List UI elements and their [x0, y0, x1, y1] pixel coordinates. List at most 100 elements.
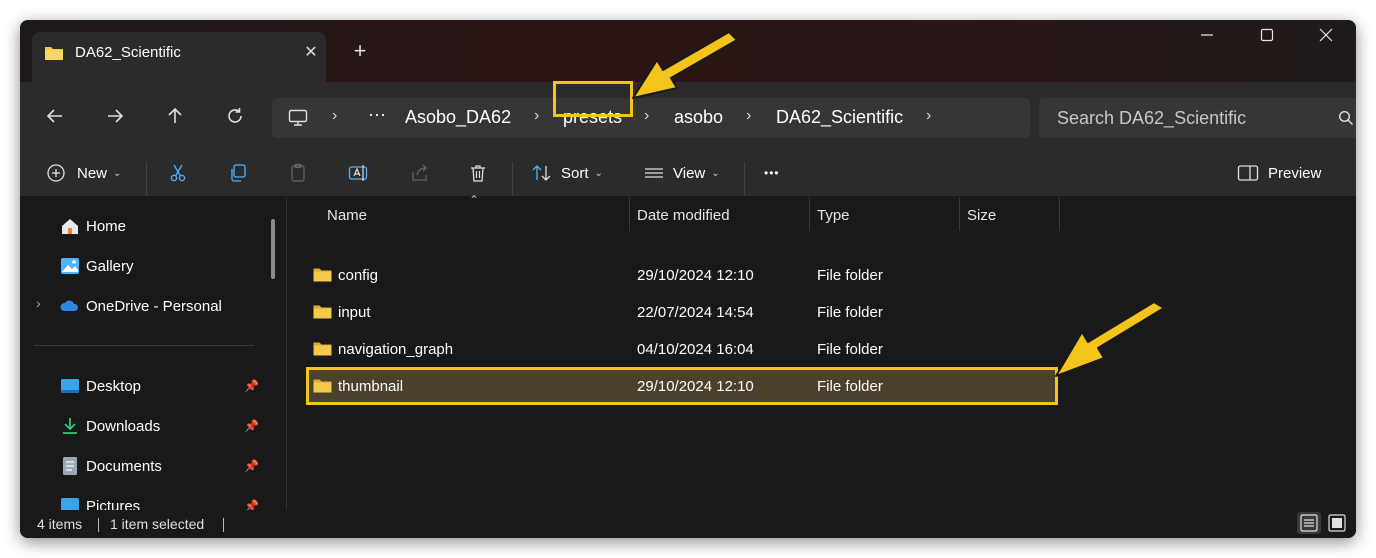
refresh-button[interactable] — [215, 98, 255, 134]
sidebar-item-onedrive[interactable]: OneDrive - Personal — [60, 291, 222, 321]
documents-icon — [60, 456, 80, 476]
tab-close-button[interactable]: ✕ — [296, 40, 326, 66]
breadcrumb-asobo-da62[interactable]: Asobo_DA62 — [405, 107, 511, 128]
share-button[interactable] — [410, 158, 430, 188]
sidebar-item-downloads[interactable]: Downloads — [60, 411, 160, 441]
table-row[interactable]: navigation_graph 04/10/2024 16:04 File f… — [307, 333, 1057, 365]
forward-button[interactable] — [95, 98, 135, 134]
refresh-icon — [228, 108, 242, 123]
file-date: 22/07/2024 14:54 — [637, 304, 754, 321]
copy-icon — [231, 164, 246, 182]
file-date: 29/10/2024 12:10 — [637, 267, 754, 284]
table-row-selected[interactable]: thumbnail 29/10/2024 12:10 File folder — [306, 367, 1058, 405]
more-options-button[interactable]: ••• — [764, 158, 780, 188]
paste-button[interactable] — [288, 158, 308, 188]
sidebar-item-label: OneDrive - Personal — [86, 297, 222, 315]
new-button[interactable]: New ⌄ — [46, 158, 121, 188]
column-separator[interactable] — [629, 197, 630, 231]
file-name: input — [338, 304, 371, 321]
delete-button[interactable] — [468, 158, 488, 188]
copy-button[interactable] — [228, 158, 248, 188]
pin-icon[interactable]: 📌 — [244, 459, 259, 473]
sort-label: Sort — [561, 164, 589, 182]
rename-button[interactable] — [348, 158, 370, 188]
file-name: navigation_graph — [338, 341, 454, 358]
item-count: 4 items — [37, 516, 83, 532]
scissors-icon — [170, 164, 186, 182]
status-separator — [98, 518, 99, 532]
column-header-type[interactable]: Type — [817, 207, 850, 224]
sidebar-item-label: Documents — [86, 457, 162, 475]
column-header-name[interactable]: Name — [327, 207, 367, 224]
desktop-icon — [60, 376, 80, 396]
column-separator[interactable] — [1059, 197, 1060, 231]
chevron-down-icon: ⌄ — [113, 167, 122, 179]
column-header-date-modified[interactable]: Date modified — [637, 207, 730, 224]
arrow-left-icon — [46, 109, 62, 123]
this-pc-icon[interactable] — [288, 109, 308, 132]
chevron-right-icon[interactable]: › — [534, 107, 539, 125]
sidebar-item-label: Downloads — [86, 417, 161, 435]
view-list-icon — [645, 168, 663, 178]
sidebar-item-documents[interactable]: Documents — [60, 451, 162, 481]
downloads-icon — [60, 416, 80, 436]
sidebar-item-home[interactable]: Home — [60, 211, 126, 241]
search-placeholder: Search DA62_Scientific — [1057, 108, 1247, 128]
column-separator[interactable] — [959, 197, 960, 231]
folder-icon — [313, 267, 332, 287]
expand-chevron-icon[interactable]: › — [36, 295, 41, 311]
breadcrumb-asobo[interactable]: asobo — [674, 107, 723, 128]
details-view-button[interactable] — [1297, 512, 1321, 534]
search-input[interactable]: Search DA62_Scientific — [1039, 98, 1356, 138]
column-header-size[interactable]: Size — [967, 207, 996, 224]
search-icon[interactable] — [1338, 110, 1354, 131]
table-row[interactable]: input 22/07/2024 14:54 File folder — [307, 296, 1057, 328]
onedrive-icon — [60, 296, 80, 316]
annotation-arrow-icon — [632, 31, 738, 99]
column-separator[interactable] — [809, 197, 810, 231]
trash-icon — [471, 165, 485, 182]
sidebar-scrollbar[interactable] — [271, 219, 275, 279]
tab-da62-scientific[interactable]: DA62_Scientific ✕ — [32, 32, 326, 82]
preview-button[interactable]: Preview — [1237, 158, 1321, 188]
file-list: ⌃ Name Date modified Type Size config 29… — [287, 193, 1356, 510]
file-type: File folder — [817, 341, 883, 358]
maximize-button[interactable] — [1247, 28, 1287, 50]
sort-up-icon: ⌃ — [469, 193, 480, 207]
new-label: New — [77, 164, 108, 182]
rename-icon — [348, 165, 368, 181]
sidebar-item-label: Home — [86, 217, 127, 235]
sidebar-item-gallery[interactable]: Gallery — [60, 251, 134, 281]
breadcrumb-da62-scientific[interactable]: DA62_Scientific — [776, 107, 903, 128]
breadcrumb-overflow[interactable]: ··· — [368, 104, 386, 125]
close-window-button[interactable] — [1306, 28, 1346, 50]
tiles-view-button[interactable] — [1325, 512, 1349, 534]
command-bar: New ⌄ Sort ⌄ View ⌄ ••• Preview — [20, 148, 1356, 197]
back-button[interactable] — [35, 98, 75, 134]
sidebar-item-desktop[interactable]: Desktop — [60, 371, 141, 401]
new-tab-button[interactable]: + — [345, 38, 375, 64]
table-row[interactable]: config 29/10/2024 12:10 File folder — [307, 259, 1057, 291]
clipboard-icon — [291, 163, 305, 182]
file-date: 04/10/2024 16:04 — [637, 341, 754, 358]
file-date: 29/10/2024 12:10 — [637, 378, 754, 395]
chevron-right-icon[interactable]: › — [332, 107, 337, 125]
sort-button[interactable]: Sort ⌄ — [531, 158, 603, 188]
cut-button[interactable] — [168, 158, 188, 188]
pin-icon[interactable]: 📌 — [244, 419, 259, 433]
chevron-right-icon[interactable]: › — [926, 107, 931, 125]
plus-circle-icon — [47, 164, 65, 182]
folder-icon — [313, 304, 332, 324]
tab-title: DA62_Scientific — [75, 44, 181, 61]
file-type: File folder — [817, 304, 883, 321]
view-button[interactable]: View ⌄ — [643, 158, 720, 188]
arrow-up-icon — [168, 107, 182, 123]
up-button[interactable] — [155, 98, 195, 134]
minimize-button[interactable] — [1187, 28, 1227, 50]
folder-icon — [44, 45, 64, 66]
pin-icon[interactable]: 📌 — [244, 379, 259, 393]
gallery-icon — [60, 256, 80, 276]
folder-icon — [313, 341, 332, 361]
preview-label: Preview — [1268, 164, 1322, 182]
chevron-down-icon: ⌄ — [594, 167, 603, 179]
